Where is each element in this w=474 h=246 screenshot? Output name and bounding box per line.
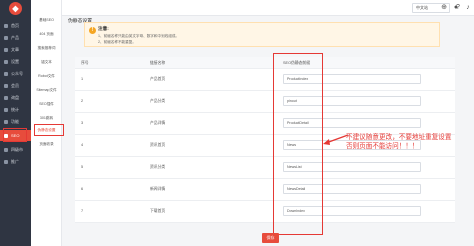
sidebar-item-label: 推广 [11, 158, 19, 164]
subnav-item[interactable]: 页面收录 [31, 138, 62, 150]
sidebar-item-label: 功能 [11, 118, 19, 124]
table-row: 3 产品详情 ProductDetail [75, 113, 455, 135]
logo-icon[interactable]: ◆ [9, 2, 22, 15]
main-sidebar: ◆ 首页 产品 文章 设置 公众号 会员 询盘 统计 功能 SEO 四级市 推广 [0, 0, 31, 246]
notice-title: 注意: [98, 26, 109, 31]
table-row: 1 产品首页 ProductIndex [75, 69, 455, 91]
user-icon [4, 83, 8, 88]
row-name: 新闻详情 [150, 187, 166, 191]
highlight-rewrite-subnav [34, 124, 64, 136]
sidebar-item-label: 询盘 [11, 94, 19, 100]
gear-icon [4, 59, 8, 64]
wechat-icon [4, 71, 8, 76]
row-no: 6 [81, 187, 84, 191]
sidebar-item-wechat[interactable]: 公众号 [0, 68, 31, 79]
subnav-item[interactable]: Sitemap文件 [31, 84, 62, 96]
subnav-item[interactable]: SEO插件 [31, 98, 62, 110]
seo-subnav: 基础SEO 404 页面 搜索推荐词 锚文本 Robot文件 Sitemap文件… [31, 0, 62, 246]
warning-icon: ! [89, 27, 96, 34]
sidebar-item-label: 会员 [11, 82, 19, 88]
sidebar-item-members[interactable]: 会员 [0, 80, 31, 91]
map-icon [4, 147, 8, 152]
notice-box: ! 注意: 1、前缀名称只能由英文字母、数字和中划线组成。 2、前缀名称不能重复… [84, 22, 440, 47]
box-icon [4, 35, 8, 40]
bell-icon[interactable]: ♪ [464, 4, 472, 12]
row-no: 4 [81, 143, 84, 147]
subnav-item[interactable]: Robot文件 [31, 70, 62, 82]
grid-icon [4, 119, 8, 124]
sidebar-item-products[interactable]: 产品 [0, 32, 31, 43]
sidebar-item-label: 四级市 [11, 146, 23, 152]
subnav-item[interactable]: 404 页面 [31, 28, 62, 40]
sidebar-item-home[interactable]: 首页 [0, 20, 31, 31]
row-name: 资讯首页 [150, 143, 166, 147]
sidebar-item-settings[interactable]: 设置 [0, 56, 31, 67]
row-name: 产品首页 [150, 77, 166, 81]
notice-line: 1、前缀名称只能由英文字母、数字和中划线组成。 [98, 34, 180, 38]
highlight-seo-nav [3, 128, 27, 142]
sidebar-item-label: 首页 [11, 22, 19, 28]
doc-icon [4, 47, 8, 52]
sidebar-item-label: 统计 [11, 106, 19, 112]
row-no: 2 [81, 99, 84, 103]
table-row: 6 新闻详情 NewsDetail [75, 179, 455, 201]
row-name: 产品分类 [150, 99, 166, 103]
top-bar: 中文站 ? ♪ [62, 0, 474, 16]
notice-line: 2、前缀名称不能重复。 [98, 40, 136, 44]
subnav-item[interactable]: 基础SEO [31, 14, 62, 26]
sidebar-item-label: 公众号 [11, 70, 23, 76]
sidebar-item-stats[interactable]: 统计 [0, 104, 31, 115]
sidebar-item-label: 文章 [11, 46, 19, 52]
subnav-item[interactable]: 搜索推荐词 [31, 42, 62, 54]
sidebar-item-label: 设置 [11, 58, 19, 64]
row-name: 资讯分类 [150, 165, 166, 169]
user-icon[interactable]: ● [452, 4, 460, 12]
row-name: 产品详情 [150, 121, 166, 125]
row-no: 7 [81, 209, 84, 213]
col-no: 序号 [81, 61, 89, 65]
warning-annotation: 不建议随意更改，不要地址重复设置否则页面不能访问！！！ [346, 133, 452, 150]
row-no: 1 [81, 77, 84, 81]
row-name: 下载首页 [150, 209, 166, 213]
table-row: 2 产品分类 pinout [75, 91, 455, 113]
chart-icon [4, 107, 8, 112]
subnav-item[interactable]: 301跳转 [31, 112, 62, 124]
sidebar-item-label: 产品 [11, 34, 19, 40]
home-icon [4, 23, 8, 28]
globe-icon[interactable]: ⊕ [440, 4, 448, 12]
sidebar-item-features[interactable]: 功能 [0, 116, 31, 127]
sidebar-item-promo[interactable]: 推广 [0, 156, 31, 167]
promo-icon [4, 159, 8, 164]
sidebar-item-inquiry[interactable]: 询盘 [0, 92, 31, 103]
row-no: 5 [81, 165, 84, 169]
col-name: 链接名称 [150, 61, 166, 65]
mail-icon [4, 95, 8, 100]
table-header: 序号 链接名称 SEO伪静态前缀 [75, 57, 455, 69]
table-row: 7 下载首页 DownIndex [75, 201, 455, 223]
highlight-prefix-column [273, 53, 323, 235]
sidebar-item-articles[interactable]: 文章 [0, 44, 31, 55]
row-no: 3 [81, 121, 84, 125]
save-button[interactable]: 保存 [262, 233, 279, 243]
table-row: 5 资讯分类 NewsList [75, 157, 455, 179]
sidebar-item-cities[interactable]: 四级市 [0, 144, 31, 155]
subnav-item[interactable]: 锚文本 [31, 56, 62, 68]
